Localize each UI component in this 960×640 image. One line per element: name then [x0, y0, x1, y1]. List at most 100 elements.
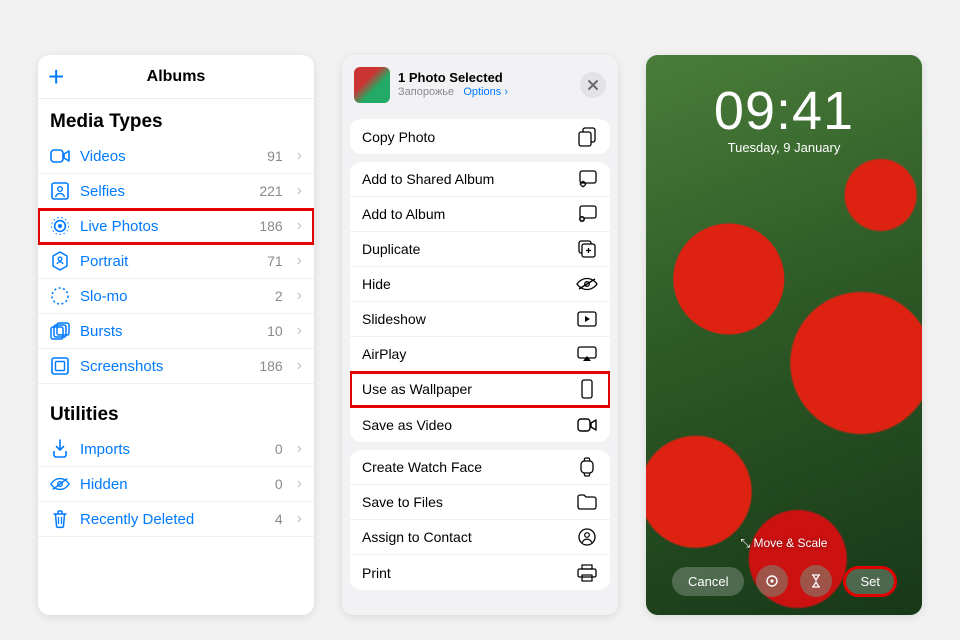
row-count: 4 [275, 511, 283, 527]
files-icon [576, 494, 598, 510]
action-copy-photo[interactable]: Copy Photo [350, 119, 610, 154]
selfies-icon [50, 182, 70, 200]
action-duplicate[interactable]: Duplicate [350, 232, 610, 267]
motion-toggle-button[interactable] [756, 565, 788, 597]
wallpaper-toolbar: Cancel Set [646, 565, 922, 597]
action-label: Save to Files [362, 494, 443, 510]
chevron-right-icon: › [297, 322, 302, 340]
share-actions-container: Copy Photo Add to Shared AlbumAdd to Albu… [350, 119, 610, 598]
action-slideshow[interactable]: Slideshow [350, 302, 610, 337]
action-label: Save as Video [362, 417, 452, 433]
action-label: Print [362, 565, 391, 581]
wallpaper-icon [576, 379, 598, 399]
media-row-bursts[interactable]: Bursts10› [38, 314, 314, 349]
action-hide[interactable]: Hide [350, 267, 610, 302]
row-label: Portrait [80, 253, 257, 270]
watchface-icon [576, 457, 598, 477]
row-label: Recently Deleted [80, 511, 265, 528]
row-label: Screenshots [80, 358, 249, 375]
chevron-right-icon: › [297, 217, 302, 235]
bursts-icon [50, 322, 70, 340]
albums-title: Albums [147, 68, 206, 86]
action-use-as-wallpaper[interactable]: Use as Wallpaper [350, 372, 610, 407]
screenshots-icon [50, 357, 70, 375]
action-label: Duplicate [362, 241, 420, 257]
airplay-icon [576, 346, 598, 362]
action-label: Hide [362, 276, 391, 292]
livephotos-icon [50, 216, 70, 236]
action-label: Slideshow [362, 311, 426, 327]
media-row-portrait[interactable]: Portrait 71 › [38, 244, 314, 279]
action-save-to-files[interactable]: Save to Files [350, 485, 610, 520]
media-row-selfies[interactable]: Selfies 221 › [38, 174, 314, 209]
row-count: 186 [259, 218, 282, 234]
wallpaper-preview-panel: 09:41 Tuesday, 9 January ⤡ Move & Scale … [646, 55, 922, 615]
row-count: 186 [259, 358, 282, 374]
row-label: Hidden [80, 476, 265, 493]
close-button[interactable] [580, 72, 606, 98]
action-print[interactable]: Print [350, 555, 610, 590]
share-options-link[interactable]: Options › [457, 86, 508, 98]
portrait-icon [50, 251, 70, 271]
close-icon [587, 79, 599, 91]
action-add-to-album[interactable]: Add to Album [350, 197, 610, 232]
share-title: 1 Photo Selected [398, 70, 572, 86]
action-save-as-video[interactable]: Save as Video [350, 407, 610, 442]
row-label: Imports [80, 441, 265, 458]
media-row-videos[interactable]: Videos91› [38, 139, 314, 174]
imports-icon [50, 439, 70, 459]
chevron-right-icon: › [297, 147, 302, 165]
chevron-right-icon: › [297, 252, 302, 270]
action-group: Add to Shared AlbumAdd to Album Duplicate… [350, 162, 610, 442]
cancel-button[interactable]: Cancel [672, 567, 744, 596]
hourglass-icon [809, 573, 823, 589]
lockscreen-time: 09:41 [646, 80, 922, 142]
move-scale-label: ⤡ Move & Scale [646, 536, 922, 551]
row-count: 2 [275, 288, 283, 304]
lockscreen-date: Tuesday, 9 January [646, 140, 922, 155]
share-sheet-panel: 1 Photo Selected Запорожье Options › Cop… [342, 55, 618, 615]
action-assign-to-contact[interactable]: Assign to Contact [350, 520, 610, 555]
chevron-right-icon: › [297, 440, 302, 458]
albums-header: + Albums [38, 55, 314, 99]
media-row-slo-mo[interactable]: Slo-mo2› [38, 279, 314, 314]
chevron-right-icon: › [297, 287, 302, 305]
video-icon [50, 149, 70, 163]
action-create-watch-face[interactable]: Create Watch Face [350, 450, 610, 485]
row-count: 71 [267, 253, 283, 269]
row-label: Live Photos [80, 218, 249, 235]
savevideo-icon [576, 418, 598, 432]
action-airplay[interactable]: AirPlay [350, 337, 610, 372]
trash-icon [50, 509, 70, 529]
duplicate-icon [576, 240, 598, 258]
media-row-screenshots[interactable]: Screenshots 186 › [38, 349, 314, 384]
hidden-icon [50, 476, 70, 492]
action-add-to-shared-album[interactable]: Add to Shared Album [350, 162, 610, 197]
action-group: Copy Photo [350, 119, 610, 154]
sharedalbum-icon [576, 170, 598, 188]
add-album-button[interactable]: + [48, 65, 64, 89]
action-label: Create Watch Face [362, 459, 482, 475]
chevron-right-icon: › [297, 182, 302, 200]
motion-icon [764, 573, 780, 589]
utility-row-imports[interactable]: Imports0› [38, 432, 314, 467]
utilities-list: Imports0›Hidden0› Recently Deleted 4 › [38, 432, 314, 537]
media-types-heading: Media Types [38, 99, 314, 139]
row-count: 91 [267, 148, 283, 164]
set-button[interactable]: Set [844, 567, 896, 596]
media-row-live-photos[interactable]: Live Photos 186 › [38, 209, 314, 244]
utility-row-hidden[interactable]: Hidden0› [38, 467, 314, 502]
chevron-right-icon: › [297, 357, 302, 375]
action-label: AirPlay [362, 346, 406, 362]
row-label: Selfies [80, 183, 249, 200]
print-icon [576, 564, 598, 582]
row-count: 221 [259, 183, 282, 199]
utility-row-recently-deleted[interactable]: Recently Deleted4› [38, 502, 314, 537]
row-label: Bursts [80, 323, 257, 340]
perspective-button[interactable] [800, 565, 832, 597]
lockscreen-clock: 09:41 Tuesday, 9 January [646, 80, 922, 155]
chevron-right-icon: › [297, 475, 302, 493]
hide-icon [576, 277, 598, 291]
contact-icon [576, 528, 598, 546]
albums-panel: + Albums Media Types Videos91›Selfies221… [38, 55, 314, 615]
